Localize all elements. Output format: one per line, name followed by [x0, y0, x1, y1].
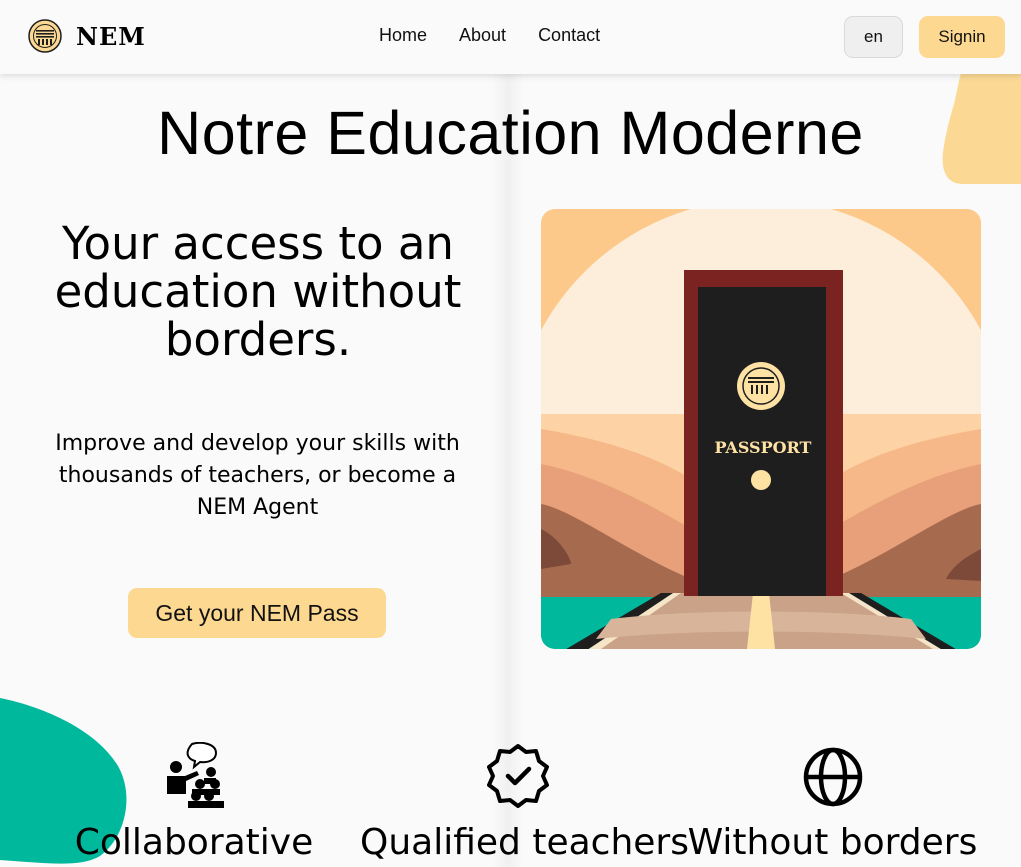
nav-link-home[interactable]: Home	[379, 25, 427, 46]
feature-label-collaborative: Collaborative	[74, 822, 314, 863]
verified-badge-icon	[486, 744, 549, 808]
top-navbar: NEM Home About Contact en Signin	[0, 0, 1021, 74]
main-nav: Home About Contact	[379, 25, 600, 46]
feature-without-borders: Without borders	[680, 742, 985, 863]
brand[interactable]: NEM	[28, 19, 146, 53]
feature-label-without-borders: Without borders	[687, 822, 978, 863]
passport-label: PASSPORT	[715, 438, 812, 457]
hero-heading: Your access to an education without bord…	[54, 217, 462, 366]
feature-qualified-teachers: Qualified teachers	[360, 742, 689, 863]
nem-logo-icon	[28, 19, 62, 53]
brand-name: NEM	[76, 21, 146, 51]
nav-link-contact[interactable]: Contact	[538, 25, 600, 46]
signin-button[interactable]: Signin	[919, 16, 1005, 58]
hero-description: Improve and develop your skills with tho…	[55, 431, 460, 520]
nav-link-about[interactable]: About	[459, 25, 506, 46]
feature-label-qualified-teachers: Qualified teachers	[360, 822, 689, 863]
language-button[interactable]: en	[844, 16, 903, 58]
collaboration-icon	[167, 742, 224, 808]
hero-illustration: PASSPORT	[541, 209, 981, 649]
get-nem-pass-button[interactable]: Get your NEM Pass	[128, 588, 386, 638]
page-title: Notre Education Moderne	[157, 99, 864, 167]
feature-collaborative: Collaborative	[44, 742, 344, 863]
globe-icon	[803, 747, 862, 807]
